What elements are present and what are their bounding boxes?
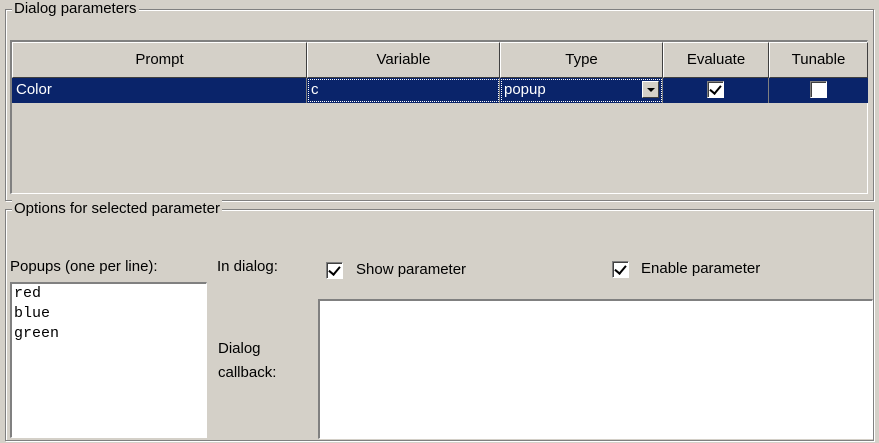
parameters-table: Prompt Variable Type Evaluate Tunable Co… [10, 40, 868, 194]
type-combo[interactable]: popup [500, 78, 663, 103]
variable-cell[interactable]: c [307, 78, 500, 103]
popups-textarea[interactable]: red blue green [10, 282, 207, 438]
evaluate-cell [663, 78, 769, 103]
prompt-cell[interactable]: Color [12, 78, 307, 103]
column-header-tunable[interactable]: Tunable [769, 42, 868, 78]
table-row[interactable]: Color c popup [12, 78, 868, 103]
column-header-evaluate[interactable]: Evaluate [663, 42, 769, 78]
popup-value: green [14, 325, 60, 342]
column-header-variable[interactable]: Variable [307, 42, 500, 78]
column-header-prompt[interactable]: Prompt [12, 42, 307, 78]
enable-parameter-label[interactable]: Enable parameter [641, 260, 760, 278]
dialog-callback-label-line2: callback: [218, 364, 277, 381]
popup-value: blue [14, 305, 51, 322]
dialog-callback-textarea[interactable] [318, 299, 873, 439]
popups-label: Popups (one per line): [10, 258, 158, 275]
show-parameter-label[interactable]: Show parameter [356, 261, 466, 279]
enable-parameter-checkbox[interactable] [612, 261, 629, 278]
table-header: Prompt Variable Type Evaluate Tunable [12, 42, 868, 78]
chevron-down-icon[interactable] [642, 81, 659, 98]
dialog-parameters-title: Dialog parameters [12, 0, 139, 18]
evaluate-checkbox[interactable] [707, 81, 724, 98]
options-title: Options for selected parameter [12, 200, 222, 218]
column-header-type[interactable]: Type [500, 42, 663, 78]
dialog-callback-label-line1: Dialog [218, 340, 261, 357]
in-dialog-label: In dialog: [217, 258, 278, 275]
tunable-checkbox[interactable] [810, 81, 827, 98]
show-parameter-checkbox[interactable] [326, 262, 343, 279]
tunable-cell [769, 78, 868, 103]
type-combo-value: popup [504, 81, 546, 98]
popup-value: red [14, 285, 42, 302]
